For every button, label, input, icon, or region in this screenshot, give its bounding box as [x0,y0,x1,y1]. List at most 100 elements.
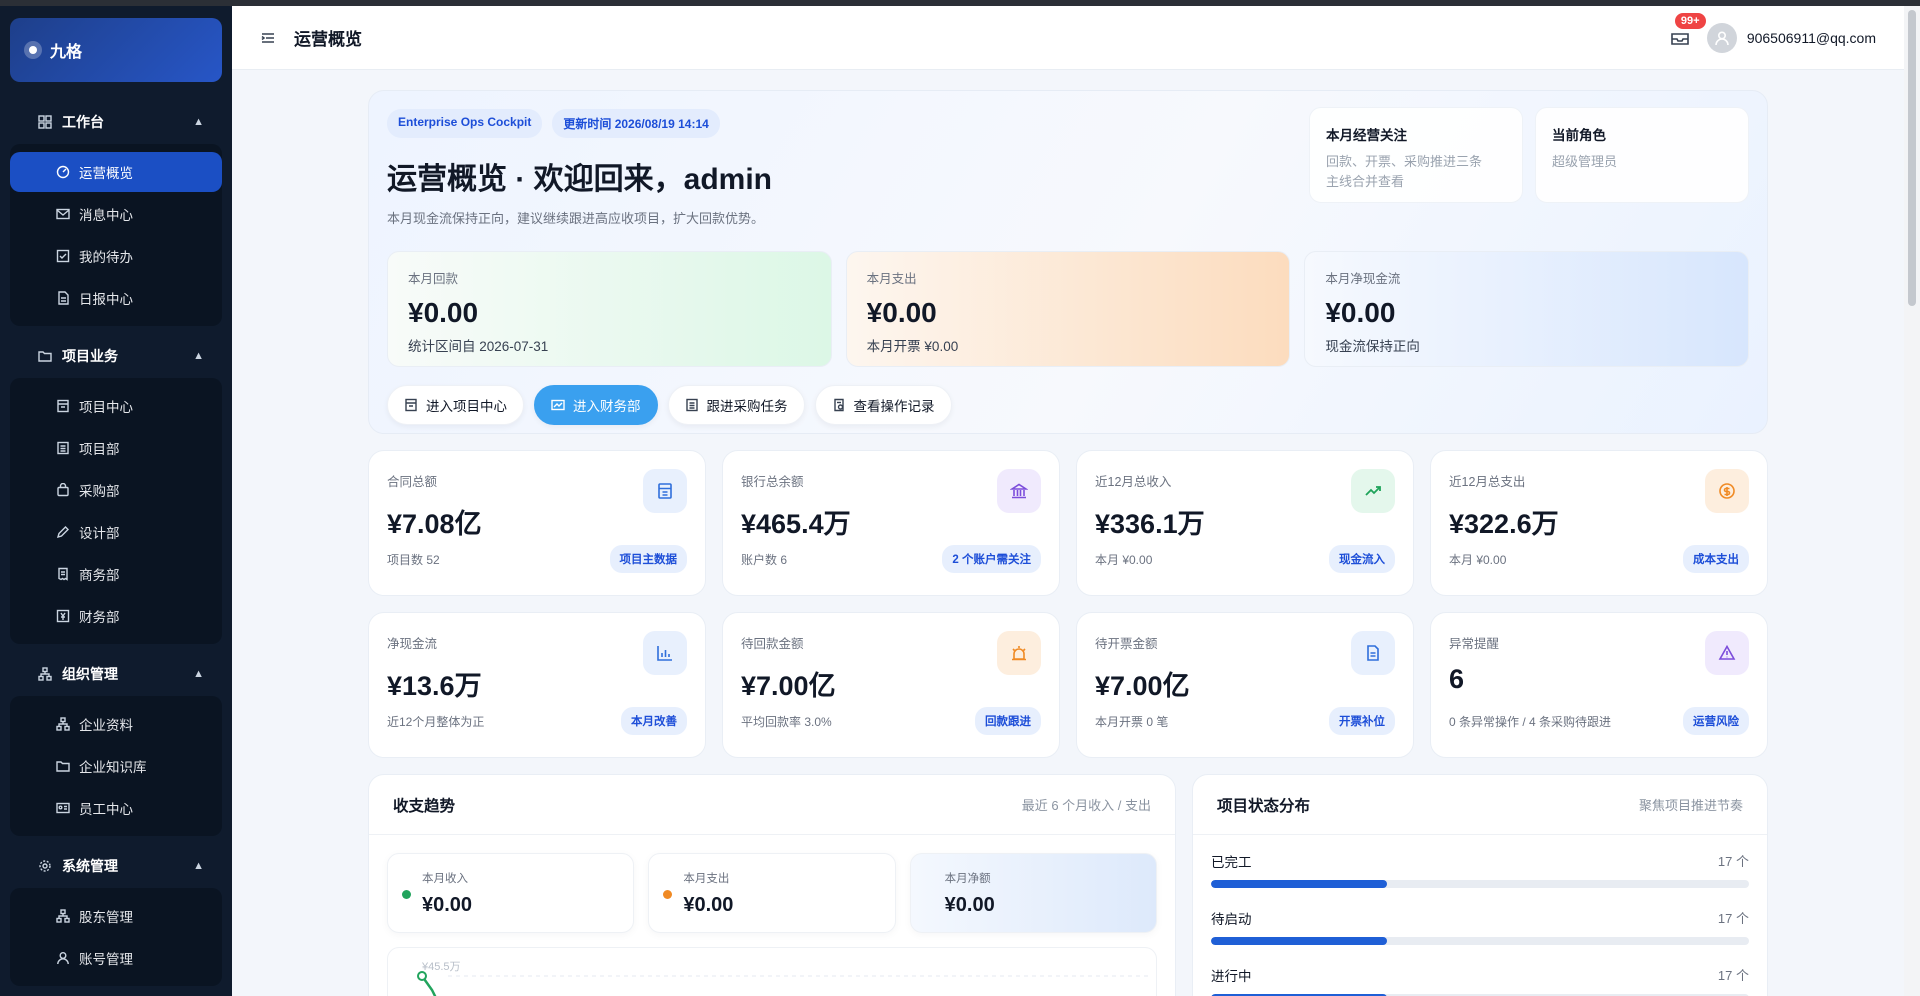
nav-group-system[interactable]: 系统管理 ▲ [10,844,222,888]
chip-updated-time: 更新时间 2026/08/19 14:14 [552,109,720,138]
gear-icon [38,859,52,873]
kpi-note: 本月开票 ¥0.00 [866,339,959,354]
sidebar-item-project-dept[interactable]: 项目部 [10,428,222,468]
kpi-note: 现金流保持正向 [1325,339,1420,354]
stat-tag[interactable]: 回款跟进 [975,707,1041,735]
stat-tag[interactable]: 现金流入 [1329,545,1395,573]
chevron-up-icon: ▲ [193,350,204,362]
stat-footer: 本月 ¥0.00 现金流入 [1095,545,1395,573]
sidebar-item-daily-report[interactable]: 日报中心 [10,278,222,318]
enter-finance-button[interactable]: 进入财务部 [534,385,658,425]
org-icon [38,667,52,681]
progress-fill [1211,937,1387,945]
status-list: 已完工 17 个待启动 17 个进行中 17 个 [1193,835,1767,996]
chevron-up-icon: ▲ [193,668,204,680]
view-operation-log-button[interactable]: 查看操作记录 [814,385,952,425]
stat-value: ¥13.6万 [387,671,482,701]
enter-project-center-button[interactable]: 进入项目中心 [387,385,524,425]
folder-icon [56,759,70,773]
stat-tag[interactable]: 开票补位 [1329,707,1395,735]
sidebar-item-project-center[interactable]: 项目中心 [10,386,222,426]
hero-notes: 本月经营关注 回款、开票、采购推进三条 主线合并查看 当前角色 超级管理员 [1309,107,1749,203]
nav-group-organization[interactable]: 组织管理 ▲ [10,652,222,696]
income-point [417,971,427,981]
mail-icon [551,398,565,412]
expense-dot [663,890,673,899]
user-email[interactable]: 906506911@qq.com [1747,30,1876,46]
stat-card: 待回款金额 ¥7.00亿 平均回款率 3.0% 回款跟进 [722,612,1060,758]
hero-kpis: 本月回款 ¥0.00 统计区间自 2026-07-31 本月支出 ¥0.00 本… [387,251,1750,367]
sidebar-item-company-profile[interactable]: 企业资料 [10,704,222,744]
mini-monthly-net: 本月净额 ¥0.00 [909,853,1157,933]
status-count: 17 个 [1717,854,1749,869]
sidebar-item-knowledge-base[interactable]: 企业知识库 [10,746,222,786]
stat-card: 异常提醒 6 0 条异常操作 / 4 条采购待跟进 运营风险 [1430,612,1768,758]
stat-label: 待开票金额 [1095,637,1158,651]
button-label: 进入项目中心 [426,399,507,414]
scrollbar-thumb[interactable] [1908,10,1916,306]
grid-icon [38,115,52,129]
invoice-icon [1351,631,1395,675]
menu-toggle-icon[interactable] [260,30,276,46]
finance-icon [56,609,70,623]
stat-tag[interactable]: 运营风险 [1683,707,1749,735]
stat-tag[interactable]: 本月改善 [621,707,687,735]
sidebar-item-design[interactable]: 设计部 [10,512,222,552]
stat-card: 银行总余额 ¥465.4万 账户数 6 2 个账户需关注 [722,450,1060,596]
sidebar-item-label: 企业知识库 [79,760,147,775]
mini-value: ¥0.00 [683,894,734,916]
bank-icon [997,469,1041,513]
pen-icon [56,525,70,539]
sidebar-item-messages[interactable]: 消息中心 [10,194,222,234]
nav-group-projects[interactable]: 项目业务 ▲ [10,334,222,378]
sidebar-item-label: 我的待办 [79,250,133,265]
sidebar-item-shareholders[interactable]: 股东管理 [10,896,222,936]
dashboard-icon [56,165,70,179]
stat-tag[interactable]: 成本支出 [1683,545,1749,573]
mail-icon [56,207,70,221]
mini-label: 本月支出 [683,873,730,885]
sidebar-item-business[interactable]: 商务部 [10,554,222,594]
sidebar-item-employee-center[interactable]: 员工中心 [10,788,222,828]
status-label: 已完工 [1211,855,1252,870]
stat-footnote: 近12个月整体为正 [387,714,485,729]
hero-subtitle: 本月现金流保持正向，建议继续跟进高应收项目，扩大回款优势。 [387,211,765,226]
kpi-monthly-collection: 本月回款 ¥0.00 统计区间自 2026-07-31 [387,251,832,367]
sidebar-item-procurement[interactable]: 采购部 [10,470,222,510]
sidebar-item-todo[interactable]: 我的待办 [10,236,222,276]
nav-group-workbench[interactable]: 工作台 ▲ [10,100,222,144]
sidebar-item-finance[interactable]: 财务部 [10,596,222,636]
kpi-label: 本月支出 [866,272,917,286]
status-row: 进行中 17 个 [1211,965,1749,996]
kpi-label: 本月回款 [408,272,459,286]
follow-procurement-button[interactable]: 跟进采购任务 [667,385,805,425]
brand-logo[interactable]: 九格 [10,18,222,82]
stat-tag[interactable]: 项目主数据 [609,545,687,573]
kpi-monthly-expense: 本月支出 ¥0.00 本月开票 ¥0.00 [845,251,1291,367]
sidebar-item-label: 商务部 [79,568,120,583]
sidebar-item-ops-overview[interactable]: 运营概览 [10,152,222,192]
stat-footer: 0 条异常操作 / 4 条采购待跟进 运营风险 [1449,707,1749,735]
document-icon [56,291,70,305]
bottom-panels: 收支趋势 最近 6 个月收入 / 支出 本月收入 ¥0.00 本月支出 ¥0.0… [368,774,1768,996]
stat-value: ¥465.4万 [741,509,851,539]
nav-group-body: 企业资料 企业知识库 员工中心 [10,696,222,836]
panel-header: 项目状态分布 聚焦项目推进节奏 [1193,775,1767,835]
status-row: 待启动 17 个 [1211,908,1749,945]
page-scrollbar[interactable] [1904,6,1920,996]
stat-tag[interactable]: 2 个账户需关注 [942,545,1041,573]
nav-group-label: 组织管理 [62,666,118,682]
avatar[interactable] [1706,22,1737,53]
stat-footer: 平均回款率 3.0% 回款跟进 [741,707,1041,735]
trend-panel: 收支趋势 最近 6 个月收入 / 支出 本月收入 ¥0.00 本月支出 ¥0.0… [368,774,1176,996]
notification-icon[interactable]: 99+ [1669,12,1706,49]
button-label: 查看操作记录 [853,399,935,414]
stat-label: 近12月总收入 [1095,475,1172,489]
sidebar-item-accounts[interactable]: 账号管理 [10,938,222,978]
mini-value: ¥0.00 [944,894,995,916]
mini-label: 本月收入 [422,873,468,885]
top-header: 运营概览 99+ 906506911@qq.com [232,6,1904,70]
stat-label: 净现金流 [387,637,438,651]
stat-label: 异常提醒 [1449,637,1500,651]
stat-footnote: 平均回款率 3.0% [741,714,832,729]
